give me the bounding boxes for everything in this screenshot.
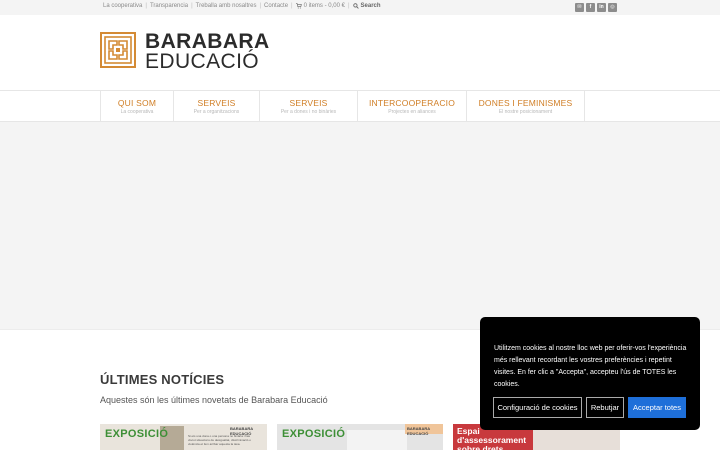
nav-item-title: SERVEIS [197,98,236,108]
nav-item-subtitle: Projectes en aliances [388,109,436,115]
nav-item-title: SERVEIS [289,98,328,108]
logo-title-line2[interactable]: EDUCACIÓ [145,50,259,74]
separator: | [191,3,193,9]
news-card-image [347,430,407,450]
site-header: BARABARA EDUCACIÓ [0,15,720,90]
news-card-label: Espai d'assessorament sobre drets [457,426,527,450]
news-card[interactable]: EXPOSICIÓ BARABARA EDUCACIÓ Si ets una d… [100,424,267,450]
news-section-title: ÚLTIMES NOTÍCIES [100,372,225,387]
nav-item-serveis-dones[interactable]: SERVEIS Per a dones i no binàries [259,91,357,122]
news-card-brand: BARABARA EDUCACIÓ [407,426,430,436]
nav-divider [584,91,585,122]
facebook-icon[interactable]: f [586,3,595,12]
cookie-accept-button[interactable]: Acceptar totes [628,397,686,418]
news-card-note: Si ets una dona o una persona no binària… [188,434,251,446]
instagram-icon[interactable]: ◎ [608,3,617,12]
nav-item-intercooperacio[interactable]: INTERCOOPERACIO Projectes en aliances [357,91,466,122]
linkedin-icon[interactable]: in [597,3,606,12]
news-card-label: EXPOSICIÓ [282,428,346,440]
nav-item-title: QUI SOM [117,98,157,108]
top-link-cooperativa[interactable]: La cooperativa [103,3,142,9]
search-link[interactable]: Search [352,3,381,9]
social-links: ✉ f in ◎ [575,3,617,12]
top-links: La cooperativa | Transparencia | Treball… [103,3,381,9]
cart-link[interactable]: 0 items - 0,00 € [295,3,345,9]
search-label: Search [360,3,381,9]
cookie-message: Utilitzem cookies al nostre lloc web per… [494,345,687,388]
news-card[interactable]: EXPOSICIÓ BARABARA EDUCACIÓ [277,424,443,450]
nav-item-subtitle: Per a organitzacions [193,109,240,115]
separator: | [347,3,350,9]
cookie-banner: Utilitzem cookies al nostre lloc web per… [480,317,700,430]
nav-item-subtitle: El nostre posicionament [498,109,553,115]
top-link-contacte[interactable]: Contacte [264,3,288,9]
top-link-treballa[interactable]: Treballa amb nosaltres [196,3,257,9]
nav-item-title: DONES I FEMINISMES [478,98,573,108]
cookie-reject-button[interactable]: Rebutjar [586,397,624,418]
logo-mark-icon[interactable] [100,32,136,68]
nav-item-dones-feminismes[interactable]: DONES I FEMINISMES El nostre posicioname… [466,91,584,122]
news-card-image [533,428,620,450]
nav-item-serveis-organitzacions[interactable]: SERVEIS Per a organitzacions [173,91,259,122]
cookie-settings-button[interactable]: Configuració de cookies [493,397,582,418]
main-nav: QUI SOM La cooperativa SERVEIS Per a org… [0,90,720,122]
separator: | [259,3,262,9]
news-card-label: EXPOSICIÓ [105,428,169,440]
top-link-transparencia[interactable]: Transparencia [150,3,188,9]
nav-item-subtitle: La cooperativa [120,109,154,115]
hero-slider [0,122,720,330]
top-bar: La cooperativa | Transparencia | Treball… [0,0,720,15]
nav-item-qui-som[interactable]: QUI SOM La cooperativa [100,91,173,122]
news-section-subtitle: Aquestes són les últimes novetats de Bar… [100,395,328,405]
separator: | [291,3,293,9]
nav-item-subtitle: Per a dones i no binàries [280,109,337,115]
separator: | [145,3,147,9]
email-icon[interactable]: ✉ [575,3,584,12]
search-icon [352,3,359,9]
cart-summary: 0 items - 0,00 € [303,3,345,9]
cart-icon [295,3,302,9]
nav-item-title: INTERCOOPERACIO [368,98,456,108]
